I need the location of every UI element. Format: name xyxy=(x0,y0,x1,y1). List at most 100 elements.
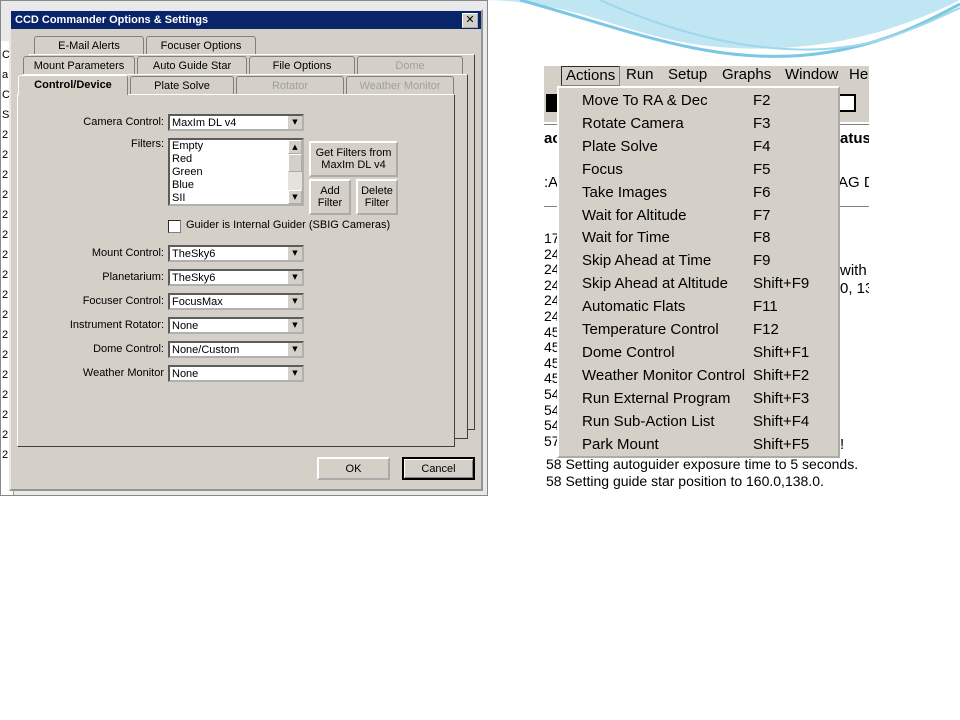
dome-control-label: Dome Control: xyxy=(93,343,164,355)
menu-item-label: Take Images xyxy=(582,183,668,201)
tab-file-options[interactable]: File Options xyxy=(249,56,355,74)
log-line-char: 2 xyxy=(2,169,9,181)
tab-weather-monitor[interactable]: Weather Monitor xyxy=(346,76,454,94)
chevron-down-icon[interactable]: ▼ xyxy=(287,295,302,308)
tab-control-device[interactable]: Control/Device xyxy=(18,75,128,95)
menu-item-shortcut: Shift+F1 xyxy=(753,343,810,361)
chevron-down-icon[interactable]: ▼ xyxy=(287,116,302,129)
menu-item[interactable]: Wait for Time F8 xyxy=(559,229,838,250)
tab-dome[interactable]: Dome xyxy=(357,56,463,74)
log-line-char: 2 xyxy=(2,249,9,261)
focuser-control-select[interactable]: FocusMax ▼ xyxy=(168,293,304,310)
menu-item-label: Focus xyxy=(582,160,623,178)
menu-window[interactable]: Window xyxy=(785,66,838,86)
log-fragment: with a xyxy=(840,262,869,279)
menu-item[interactable]: Park Mount Shift+F5 xyxy=(559,436,838,457)
planetarium-label: Planetarium: xyxy=(102,271,164,283)
mount-control-label: Mount Control: xyxy=(91,247,164,259)
get-filters-line2: MaxIm DL v4 xyxy=(321,159,386,171)
actions-menu: Move To RA & Dec F2 Rotate Camera F3 Plate S… xyxy=(557,86,840,458)
log-line-char: a xyxy=(2,69,9,81)
list-item[interactable]: Blue xyxy=(172,179,302,192)
weather-monitor-value: None xyxy=(172,368,199,380)
dome-control-value: None/Custom xyxy=(172,344,240,356)
get-filters-button[interactable]: Get Filters from MaxIm DL v4 xyxy=(309,141,398,177)
log-line-char: 2 xyxy=(2,129,9,141)
menu-help[interactable]: He xyxy=(849,66,868,86)
guider-checkbox[interactable] xyxy=(168,220,181,233)
log-line-char: 2 xyxy=(2,209,9,221)
menu-item[interactable]: Automatic Flats F11 xyxy=(559,298,838,319)
menu-item[interactable]: Take Images F6 xyxy=(559,184,838,205)
tab-email-alerts[interactable]: E-Mail Alerts xyxy=(34,36,144,54)
list-item[interactable]: Red xyxy=(172,153,302,166)
menu-graphs[interactable]: Graphs xyxy=(722,66,771,86)
menu-item[interactable]: Temperature Control F12 xyxy=(559,321,838,342)
menu-item[interactable]: Focus F5 xyxy=(559,161,838,182)
cancel-button[interactable]: Cancel xyxy=(402,457,475,480)
menu-item-label: Move To RA & Dec xyxy=(582,92,708,109)
menu-item[interactable]: Run External Program Shift+F3 xyxy=(559,390,838,411)
tab-mount-parameters[interactable]: Mount Parameters xyxy=(23,56,135,74)
scroll-up-icon[interactable]: ▲ xyxy=(288,140,302,154)
close-icon[interactable]: ✕ xyxy=(462,13,478,28)
filters-list[interactable]: Empty Red Green Blue SII ▲ ▼ xyxy=(168,138,304,206)
menu-item[interactable]: Run Sub-Action List Shift+F4 xyxy=(559,413,838,434)
chevron-down-icon[interactable]: ▼ xyxy=(287,271,302,284)
tab-auto-guide-star[interactable]: Auto Guide Star xyxy=(137,56,247,74)
delete-filter-button[interactable]: Delete Filter xyxy=(356,179,398,215)
chevron-down-icon[interactable]: ▼ xyxy=(287,247,302,260)
menu-item[interactable]: Skip Ahead at Time F9 xyxy=(559,252,838,273)
menu-item[interactable]: Weather Monitor Control Shift+F2 xyxy=(559,367,838,388)
log-line-char: 2 xyxy=(2,229,9,241)
scroll-down-icon[interactable]: ▼ xyxy=(288,190,302,204)
menu-run[interactable]: Run xyxy=(626,66,654,86)
menu-item-label: Weather Monitor Control xyxy=(582,366,746,384)
tab-plate-solve[interactable]: Plate Solve xyxy=(130,76,234,94)
add-filter-button[interactable]: Add Filter xyxy=(309,179,351,215)
scroll-thumb[interactable] xyxy=(288,154,302,172)
log-line-char: 2 xyxy=(2,329,9,341)
camera-control-select[interactable]: MaxIm DL v4 ▼ xyxy=(168,114,304,131)
menu-item-label: Wait for Altitude xyxy=(582,206,687,224)
menu-item-label: Temperature Control xyxy=(582,321,719,338)
delete-filter-line1: Delete xyxy=(361,185,393,197)
menu-setup[interactable]: Setup xyxy=(668,66,707,86)
menu-item[interactable]: Move To RA & Dec F2 xyxy=(559,92,838,113)
tab-rotator[interactable]: Rotator xyxy=(236,76,344,94)
camera-control-value: MaxIm DL v4 xyxy=(172,117,237,129)
dome-control-select[interactable]: None/Custom ▼ xyxy=(168,341,304,358)
menu-item-shortcut: Shift+F5 xyxy=(753,435,810,453)
chevron-down-icon[interactable]: ▼ xyxy=(287,319,302,332)
log-line-char: 2 xyxy=(2,389,9,401)
menu-item[interactable]: Wait for Altitude F7 xyxy=(559,207,838,228)
menu-item-label: Run External Program xyxy=(582,389,731,407)
menu-item-shortcut: F5 xyxy=(753,160,771,178)
weather-monitor-select[interactable]: None ▼ xyxy=(168,365,304,382)
list-item[interactable]: SII xyxy=(172,192,302,204)
menu-item-shortcut: Shift+F3 xyxy=(753,389,810,407)
menu-item[interactable]: Dome Control Shift+F1 xyxy=(559,344,838,365)
menu-item-label: Dome Control xyxy=(582,343,675,361)
menu-item[interactable]: Rotate Camera F3 xyxy=(559,115,838,136)
log-line-char: 2 xyxy=(2,289,9,301)
log-line-char: 2 xyxy=(2,449,9,461)
instrument-rotator-select[interactable]: None ▼ xyxy=(168,317,304,334)
ok-button[interactable]: OK xyxy=(317,457,390,480)
toolbar-button[interactable] xyxy=(838,94,856,112)
log-line: 58 Setting guide star position to 160.0,… xyxy=(546,473,824,489)
list-item[interactable]: Empty xyxy=(172,140,302,153)
filters-scrollbar[interactable]: ▲ ▼ xyxy=(288,140,302,204)
tab-focuser-options[interactable]: Focuser Options xyxy=(146,36,256,54)
menu-item-shortcut: F9 xyxy=(753,252,771,270)
menu-item-shortcut: F2 xyxy=(753,92,771,109)
menu-actions[interactable]: Actions xyxy=(561,66,621,86)
menu-item[interactable]: Plate Solve F4 xyxy=(559,138,838,159)
mount-control-select[interactable]: TheSky6 ▼ xyxy=(168,245,304,262)
menu-item[interactable]: Skip Ahead at Altitude Shift+F9 xyxy=(559,275,838,296)
list-item[interactable]: Green xyxy=(172,166,302,179)
planetarium-select[interactable]: TheSky6 ▼ xyxy=(168,269,304,286)
tab-page-control-device: Camera Control: MaxIm DL v4 ▼ Filters: E… xyxy=(17,94,455,447)
chevron-down-icon[interactable]: ▼ xyxy=(287,367,302,380)
chevron-down-icon[interactable]: ▼ xyxy=(287,343,302,356)
